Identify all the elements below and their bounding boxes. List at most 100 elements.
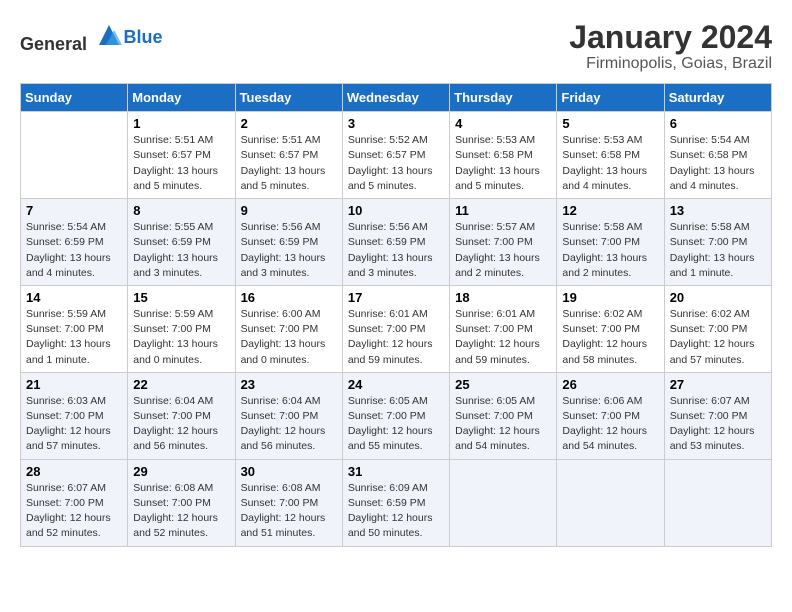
table-row: 18Sunrise: 6:01 AMSunset: 7:00 PMDayligh… — [450, 285, 557, 372]
location-title: Firminopolis, Goias, Brazil — [569, 55, 772, 73]
table-row: 6 Sunrise: 5:54 AMSunset: 6:58 PMDaylight… — [664, 112, 771, 199]
cell-info: Sunrise: 5:55 AMSunset: 6:59 PMDaylight:… — [133, 220, 229, 281]
table-row: 21 Sunrise: 6:03 AMSunset: 7:00 PMDayligh… — [21, 372, 128, 459]
table-row: 9 Sunrise: 5:56 AMSunset: 6:59 PMDaylight… — [235, 199, 342, 286]
cell-info: Sunrise: 6:02 AMSunset: 7:00 PMDaylight:… — [562, 307, 658, 368]
table-row — [450, 459, 557, 546]
cell-info: Sunrise: 6:07 AMSunset: 7:00 PMDaylight:… — [26, 481, 122, 542]
table-row: 20 Sunrise: 6:02 AMSunset: 7:00 PMDayligh… — [664, 285, 771, 372]
cell-info: Sunrise: 5:56 AMSunset: 6:59 PMDaylight:… — [348, 220, 444, 281]
cell-info: Sunrise: 5:56 AMSunset: 6:59 PMDaylight:… — [241, 220, 337, 281]
table-row: 27Sunrise: 6:07 AMSunset: 7:00 PMDayligh… — [664, 372, 771, 459]
cell-info: Sunrise: 5:51 AMSunset: 6:57 PMDaylight:… — [241, 133, 337, 194]
cell-info: Sunrise: 5:59 AMSunset: 7:00 PMDaylight:… — [26, 307, 122, 368]
cell-info: Sunrise: 6:03 AMSunset: 7:00 PMDaylight:… — [26, 394, 122, 455]
cell-info: Sunrise: 5:57 AMSunset: 7:00 PMDaylight:… — [455, 220, 551, 281]
cell-info: Sunrise: 5:53 AMSunset: 6:58 PMDaylight:… — [562, 133, 658, 194]
cell-date: 13 — [670, 203, 766, 218]
cell-date: 10 — [348, 203, 444, 218]
col-thursday: Thursday — [450, 84, 557, 112]
cell-info: Sunrise: 6:00 AMSunset: 7:00 PMDaylight:… — [241, 307, 337, 368]
col-sunday: Sunday — [21, 84, 128, 112]
table-row: 25 Sunrise: 6:05 AMSunset: 7:00 PMDayligh… — [450, 372, 557, 459]
cell-info: Sunrise: 6:04 AMSunset: 7:00 PMDaylight:… — [133, 394, 229, 455]
cell-info: Sunrise: 6:08 AMSunset: 7:00 PMDaylight:… — [241, 481, 337, 542]
table-row: 28 Sunrise: 6:07 AMSunset: 7:00 PMDayligh… — [21, 459, 128, 546]
cell-date: 31 — [348, 464, 444, 479]
cell-date: 3 — [348, 116, 444, 131]
cell-date: 20 — [670, 290, 766, 305]
title-area: January 2024 Firminopolis, Goias, Brazil — [569, 20, 772, 73]
table-row: 12Sunrise: 5:58 AMSunset: 7:00 PMDayligh… — [557, 199, 664, 286]
cell-date: 1 — [133, 116, 229, 131]
table-row — [664, 459, 771, 546]
table-row: 24Sunrise: 6:05 AMSunset: 7:00 PMDayligh… — [342, 372, 449, 459]
table-row: 29Sunrise: 6:08 AMSunset: 7:00 PMDayligh… — [128, 459, 235, 546]
cell-info: Sunrise: 5:54 AMSunset: 6:58 PMDaylight:… — [670, 133, 766, 194]
calendar-row: 7Sunrise: 5:54 AMSunset: 6:59 PMDaylight… — [21, 199, 772, 286]
cell-date: 14 — [26, 290, 122, 305]
logo-general: General — [20, 34, 87, 54]
table-row: 22Sunrise: 6:04 AMSunset: 7:00 PMDayligh… — [128, 372, 235, 459]
cell-date: 25 — [455, 377, 551, 392]
cell-date: 12 — [562, 203, 658, 218]
table-row: 15 Sunrise: 5:59 AMSunset: 7:00 PMDayligh… — [128, 285, 235, 372]
table-row — [557, 459, 664, 546]
cell-date: 28 — [26, 464, 122, 479]
logo-icon — [94, 20, 124, 50]
col-friday: Friday — [557, 84, 664, 112]
cell-date: 8 — [133, 203, 229, 218]
cell-date: 6 — [670, 116, 766, 131]
cell-date: 21 — [26, 377, 122, 392]
cell-date: 19 — [562, 290, 658, 305]
cell-date: 17 — [348, 290, 444, 305]
calendar-row: 28 Sunrise: 6:07 AMSunset: 7:00 PMDayligh… — [21, 459, 772, 546]
col-monday: Monday — [128, 84, 235, 112]
table-row: 30Sunrise: 6:08 AMSunset: 7:00 PMDayligh… — [235, 459, 342, 546]
header-row: Sunday Monday Tuesday Wednesday Thursday… — [21, 84, 772, 112]
table-row: 14 Sunrise: 5:59 AMSunset: 7:00 PMDayligh… — [21, 285, 128, 372]
cell-info: Sunrise: 6:09 AMSunset: 6:59 PMDaylight:… — [348, 481, 444, 542]
cell-date: 23 — [241, 377, 337, 392]
cell-date: 9 — [241, 203, 337, 218]
cell-info: Sunrise: 6:06 AMSunset: 7:00 PMDaylight:… — [562, 394, 658, 455]
table-row: 19 Sunrise: 6:02 AMSunset: 7:00 PMDayligh… — [557, 285, 664, 372]
cell-date: 15 — [133, 290, 229, 305]
table-row: 5Sunrise: 5:53 AMSunset: 6:58 PMDaylight… — [557, 112, 664, 199]
cell-info: Sunrise: 6:02 AMSunset: 7:00 PMDaylight:… — [670, 307, 766, 368]
table-row: 31 Sunrise: 6:09 AMSunset: 6:59 PMDayligh… — [342, 459, 449, 546]
table-row: 3 Sunrise: 5:52 AMSunset: 6:57 PMDaylight… — [342, 112, 449, 199]
col-tuesday: Tuesday — [235, 84, 342, 112]
cell-info: Sunrise: 6:08 AMSunset: 7:00 PMDaylight:… — [133, 481, 229, 542]
logo-blue: Blue — [124, 27, 163, 47]
cell-date: 26 — [562, 377, 658, 392]
table-row: 8 Sunrise: 5:55 AMSunset: 6:59 PMDaylight… — [128, 199, 235, 286]
logo: General Blue — [20, 20, 163, 55]
cell-date: 11 — [455, 203, 551, 218]
cell-info: Sunrise: 6:05 AMSunset: 7:00 PMDaylight:… — [348, 394, 444, 455]
table-row: 23 Sunrise: 6:04 AMSunset: 7:00 PMDayligh… — [235, 372, 342, 459]
table-row: 16Sunrise: 6:00 AMSunset: 7:00 PMDayligh… — [235, 285, 342, 372]
cell-info: Sunrise: 5:54 AMSunset: 6:59 PMDaylight:… — [26, 220, 122, 281]
cell-info: Sunrise: 6:04 AMSunset: 7:00 PMDaylight:… — [241, 394, 337, 455]
calendar-row: 14 Sunrise: 5:59 AMSunset: 7:00 PMDayligh… — [21, 285, 772, 372]
table-row: 10 Sunrise: 5:56 AMSunset: 6:59 PMDayligh… — [342, 199, 449, 286]
table-row: 2Sunrise: 5:51 AMSunset: 6:57 PMDaylight… — [235, 112, 342, 199]
cell-date: 18 — [455, 290, 551, 305]
cell-info: Sunrise: 5:58 AMSunset: 7:00 PMDaylight:… — [670, 220, 766, 281]
table-row: 17 Sunrise: 6:01 AMSunset: 7:00 PMDayligh… — [342, 285, 449, 372]
cell-info: Sunrise: 6:05 AMSunset: 7:00 PMDaylight:… — [455, 394, 551, 455]
calendar-row: 1 Sunrise: 5:51 AMSunset: 6:57 PMDaylight… — [21, 112, 772, 199]
cell-info: Sunrise: 5:59 AMSunset: 7:00 PMDaylight:… — [133, 307, 229, 368]
cell-date: 4 — [455, 116, 551, 131]
table-row: 11 Sunrise: 5:57 AMSunset: 7:00 PMDayligh… — [450, 199, 557, 286]
cell-info: Sunrise: 6:01 AMSunset: 7:00 PMDaylight:… — [348, 307, 444, 368]
cell-info: Sunrise: 5:52 AMSunset: 6:57 PMDaylight:… — [348, 133, 444, 194]
header: General Blue January 2024 Firminopolis, … — [20, 20, 772, 73]
table-row: 4 Sunrise: 5:53 AMSunset: 6:58 PMDaylight… — [450, 112, 557, 199]
table-row: 26 Sunrise: 6:06 AMSunset: 7:00 PMDayligh… — [557, 372, 664, 459]
cell-info: Sunrise: 5:53 AMSunset: 6:58 PMDaylight:… — [455, 133, 551, 194]
col-saturday: Saturday — [664, 84, 771, 112]
table-row: 1Sunrise: 5:51 AMSunset: 6:57 PMDaylight… — [128, 112, 235, 199]
table-row — [21, 112, 128, 199]
